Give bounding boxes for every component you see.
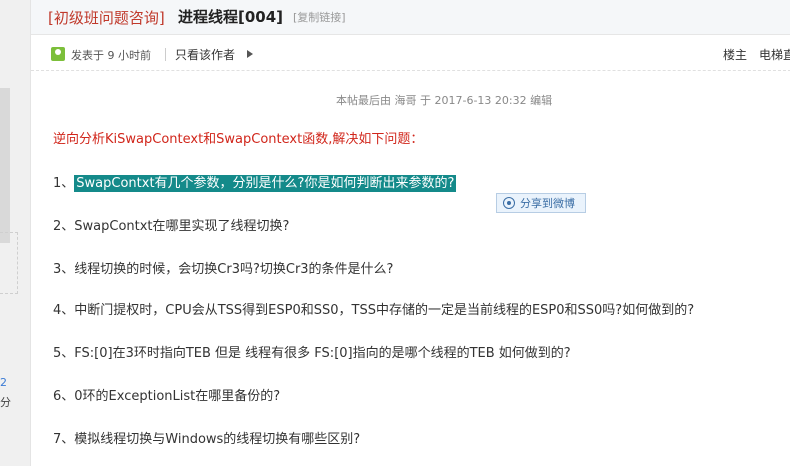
author-only-link[interactable]: 只看该作者 [175, 46, 235, 63]
meta-divider [165, 48, 166, 61]
left-panel-block [0, 88, 10, 243]
weibo-icon [503, 197, 515, 209]
left-column: 2 分 [0, 0, 30, 466]
post-meta-bar: 发表于 9 小时前 只看该作者 楼主 电梯直 [31, 40, 790, 71]
online-status-icon [51, 47, 65, 61]
elevator-jump[interactable]: 电梯直 [759, 46, 790, 63]
left-stat-unit: 分 [0, 396, 11, 409]
question-2: 2、SwapContxt在哪里实现了线程切换? [53, 219, 290, 234]
post-time: 发表于 9 小时前 [71, 49, 151, 62]
edit-note: 本帖最后由 海哥 于 2017-6-13 20:32 编辑 [336, 94, 553, 107]
share-weibo-button[interactable]: 分享到微博 [496, 193, 586, 213]
question-1-selected-text[interactable]: SwapContxt有几个参数，分别是什么?你是如何判断出来参数的? [74, 175, 457, 192]
question-5: 5、FS:[0]在3环时指向TEB 但是 线程有很多 FS:[0]指向的是哪个线… [53, 346, 571, 361]
copy-link-button[interactable]: [复制链接] [293, 9, 346, 25]
post-instruction: 逆向分析KiSwapContext和SwapContext函数,解决如下问题： [53, 132, 424, 147]
left-stat-number[interactable]: 2 [0, 376, 7, 389]
share-weibo-label: 分享到微博 [520, 197, 575, 210]
category-link[interactable]: [初级班问题咨询] [48, 7, 165, 28]
question-4: 4、中断门提权时，CPU会从TSS得到ESP0和SS0，TSS中存储的一定是当前… [53, 303, 695, 318]
question-1: 1、 SwapContxt有几个参数，分别是什么?你是如何判断出来参数的? [53, 172, 457, 192]
question-7: 7、模拟线程切换与Windows的线程切换有哪些区别? [53, 432, 361, 447]
page-title: 进程线程[004] [178, 8, 284, 26]
left-dashed-box [0, 232, 18, 294]
triangle-right-icon[interactable] [247, 50, 253, 58]
question-6: 6、0环的ExceptionList在哪里备份的? [53, 389, 281, 404]
question-1-number: 1、 [53, 176, 75, 191]
title-bar: [初级班问题咨询] 进程线程[004] [复制链接] [31, 0, 790, 35]
post-panel: [初级班问题咨询] 进程线程[004] [复制链接] 发表于 9 小时前 只看该… [30, 0, 790, 466]
floor-owner-label: 楼主 [723, 48, 748, 62]
question-3: 3、线程切换的时候，会切换Cr3吗?切换Cr3的条件是什么? [53, 262, 394, 277]
